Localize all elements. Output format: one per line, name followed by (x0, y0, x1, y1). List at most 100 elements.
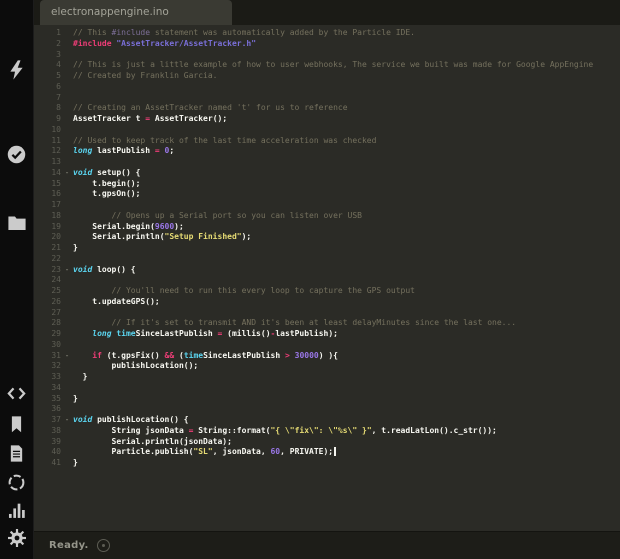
fold-marker-empty (61, 125, 73, 136)
code-text: void loop() { (73, 264, 136, 274)
code-line[interactable]: 6 (34, 82, 620, 93)
bar-chart-icon[interactable] (0, 501, 33, 519)
code-line[interactable]: 5 // Created by Franklin Garcia. (34, 71, 620, 82)
code-text: // Used to keep track of the last time a… (73, 135, 377, 145)
folder-icon[interactable] (0, 214, 33, 232)
code-line[interactable]: 4 // This is just a little example of how… (34, 60, 620, 71)
file-text-icon[interactable] (0, 444, 33, 463)
gutter: 4 (34, 60, 73, 71)
line-number: 34 (51, 382, 61, 392)
fold-marker-icon[interactable]: - (61, 415, 73, 426)
code-line[interactable]: 41} (34, 458, 620, 469)
code-line[interactable]: 23- void loop() { (34, 265, 620, 276)
fold-marker-icon[interactable]: - (61, 351, 73, 362)
gutter: 36 (34, 404, 73, 415)
code-line[interactable]: 15 t.begin(); (34, 179, 620, 190)
gutter: 28 (34, 318, 73, 329)
fold-marker-empty (61, 383, 73, 394)
code-text: t.gpsOn(); (73, 189, 141, 199)
status-signal-icon[interactable] (96, 539, 110, 552)
code-line[interactable]: 37- void publishLocation() { (34, 415, 620, 426)
code-text: void setup() { (73, 167, 141, 177)
fold-marker-empty (61, 146, 73, 157)
fold-marker-icon[interactable]: - (61, 265, 73, 276)
code-line[interactable]: 40 Particle.publish("SL", jsonData, 60, … (34, 447, 620, 458)
code-line[interactable]: 26 t.updateGPS(); (34, 297, 620, 308)
code-line[interactable]: 9 AssetTracker t = AssetTracker(); (34, 114, 620, 125)
code-line[interactable]: 21} (34, 243, 620, 254)
code-line[interactable]: 24 (34, 275, 620, 286)
fold-marker-empty (61, 329, 73, 340)
code-line[interactable]: 32 publishLocation(); (34, 361, 620, 372)
code-editor[interactable]: 1 // This #include statement was automati… (34, 25, 620, 531)
gutter: 38 (34, 426, 73, 437)
code-line[interactable]: 17 (34, 200, 620, 211)
code-line[interactable]: 8 // Creating an AssetTracker named 't' f… (34, 103, 620, 114)
code-text: } (73, 458, 78, 467)
code-line[interactable]: 34 (34, 383, 620, 394)
code-line[interactable]: 36 (34, 404, 620, 415)
code-line[interactable]: 27 (34, 308, 620, 319)
code-line[interactable]: 18 // Opens up a Serial port so you can … (34, 211, 620, 222)
code-line[interactable]: 31- if (t.gpsFix() && (timeSinceLastPubl… (34, 351, 620, 362)
code-line[interactable]: 28 // If it's set to transmit AND it's b… (34, 318, 620, 329)
code-text: // Opens up a Serial port so you can lis… (73, 210, 362, 220)
code-line[interactable]: 2 #include "AssetTracker/AssetTracker.h" (34, 39, 620, 50)
code-line[interactable]: 20 Serial.println("Setup Finished"); (34, 232, 620, 243)
code-line[interactable]: 7 (34, 93, 620, 104)
gutter: 32 (34, 361, 73, 372)
spinner-icon[interactable] (0, 473, 33, 492)
line-number: 38 (51, 425, 61, 435)
code-line[interactable]: 19 Serial.begin(9600); (34, 222, 620, 233)
fold-marker-empty (61, 458, 73, 469)
code-line[interactable]: 22 (34, 254, 620, 265)
code-text: Particle.publish("SL", jsonData, 60, PRI… (73, 447, 620, 458)
fold-marker-empty (61, 28, 73, 39)
code-text: void publishLocation() { (73, 415, 189, 424)
code-line[interactable]: 33 } (34, 372, 620, 383)
fold-marker-icon[interactable]: - (61, 168, 73, 179)
line-number: 14 (51, 167, 61, 177)
code-text: if (t.gpsFix() && (timeSinceLastPublish … (92, 350, 338, 360)
fold-marker-empty (61, 60, 73, 71)
line-number: 39 (51, 436, 61, 446)
code-line[interactable]: 38 String jsonData = String::format("{ \… (34, 426, 620, 437)
fold-marker-empty (61, 82, 73, 93)
code-text: t.begin(); (73, 178, 141, 188)
tab-bar: electronappengine.ino (34, 0, 620, 25)
code-line[interactable]: 12 long lastPublish = 0; (34, 146, 620, 157)
line-number: 16 (51, 189, 61, 199)
code-line[interactable]: 29 long timeSinceLastPublish = (millis()… (34, 329, 620, 340)
line-number: 40 (51, 447, 61, 457)
code-line[interactable]: 14- void setup() { (34, 168, 620, 179)
gear-icon[interactable] (0, 528, 33, 548)
code-line[interactable]: 39 Serial.println(jsonData); (34, 437, 620, 448)
code-line[interactable]: 10 (34, 125, 620, 136)
code-line[interactable]: 16 t.gpsOn(); (34, 189, 620, 200)
code-line[interactable]: 25 // You'll need to run this every loop… (34, 286, 620, 297)
code-line[interactable]: 11 // Used to keep track of the last time… (34, 136, 620, 147)
code-line[interactable]: 1 // This #include statement was automati… (34, 28, 620, 39)
check-circle-icon[interactable] (0, 144, 33, 165)
flash-icon[interactable] (0, 58, 33, 82)
fold-marker-empty (61, 394, 73, 405)
code-line[interactable]: 35} (34, 394, 620, 405)
particle-dev-window: electronappengine.ino 1 // This #include … (0, 0, 620, 559)
code-line[interactable]: 3 (34, 50, 620, 61)
tab-electronappengine-ino[interactable]: electronappengine.ino (40, 0, 232, 25)
code-icon[interactable] (0, 385, 33, 402)
gutter: 7 (34, 93, 73, 104)
gutter: 3 (34, 50, 73, 61)
gutter: 6 (34, 82, 73, 93)
code-text: Serial.println("Setup Finished"); (73, 232, 252, 242)
code-line[interactable]: 30 (34, 340, 620, 351)
gutter: 23- (34, 265, 73, 276)
fold-marker-empty (61, 157, 73, 168)
code-line[interactable]: 13 (34, 157, 620, 168)
line-number: 21 (51, 243, 61, 252)
bookmark-icon[interactable] (0, 415, 33, 434)
line-number: 2 (56, 38, 61, 48)
fold-marker-empty (61, 103, 73, 114)
